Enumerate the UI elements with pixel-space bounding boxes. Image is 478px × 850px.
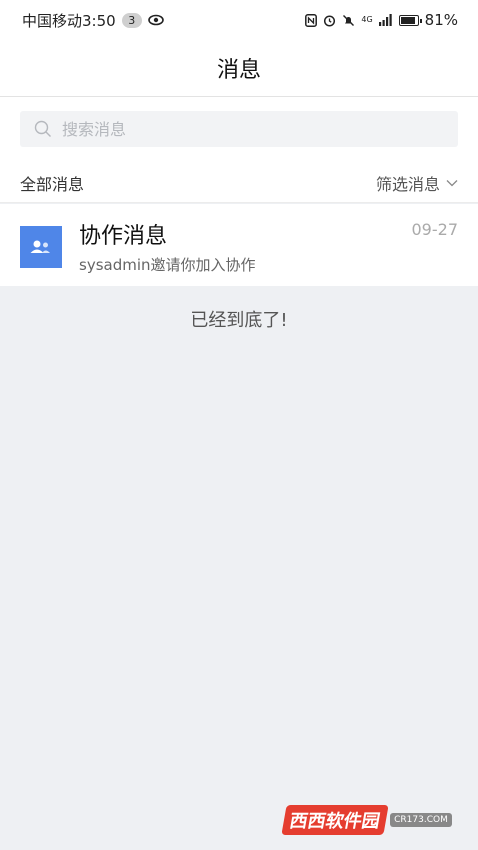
- page-title: 消息: [216, 58, 261, 83]
- search-section: [0, 97, 478, 163]
- signal-icon: [378, 14, 392, 26]
- page-header: 消息: [0, 40, 478, 97]
- message-date: 09-27: [411, 220, 459, 239]
- end-of-list-text: 已经到底了!: [190, 310, 288, 331]
- message-avatar: [20, 226, 62, 268]
- network-type: 4G: [361, 15, 373, 24]
- notification-count-badge: 3: [121, 12, 142, 28]
- message-title: 协作消息: [79, 224, 168, 249]
- watermark-text: 西西软件园: [281, 805, 389, 835]
- search-input[interactable]: [60, 118, 424, 140]
- filter-messages-label: 筛选消息: [375, 174, 440, 194]
- mute-bell-icon: [343, 14, 355, 26]
- search-icon: [34, 120, 51, 137]
- status-left: 中国移动3:50 3: [22, 10, 164, 31]
- eye-icon: [147, 14, 164, 26]
- search-box[interactable]: [20, 111, 458, 147]
- carrier-time: 中国移动3:50: [22, 11, 116, 30]
- battery-level: 81%: [424, 11, 458, 29]
- battery-icon: [398, 14, 422, 26]
- message-subtitle: sysadmin邀请你加入协作: [79, 256, 256, 274]
- message-list-item[interactable]: 协作消息 sysadmin邀请你加入协作 09-27: [0, 204, 478, 286]
- nfc-icon: [305, 13, 318, 27]
- filter-bar: 全部消息 筛选消息: [0, 163, 478, 203]
- watermark-sub: CR173.COM: [390, 813, 452, 827]
- chevron-down-icon: [446, 179, 458, 186]
- watermark-logo: 西西软件园 CR173.COM: [278, 800, 458, 840]
- users-icon: [30, 240, 50, 253]
- status-bar: 中国移动3:50 3 4G 81%: [0, 0, 478, 40]
- all-messages-label: 全部消息: [20, 174, 85, 194]
- alarm-icon: [324, 14, 336, 27]
- filter-messages-button[interactable]: 筛选消息: [376, 171, 458, 195]
- status-right: 4G 81%: [305, 11, 458, 29]
